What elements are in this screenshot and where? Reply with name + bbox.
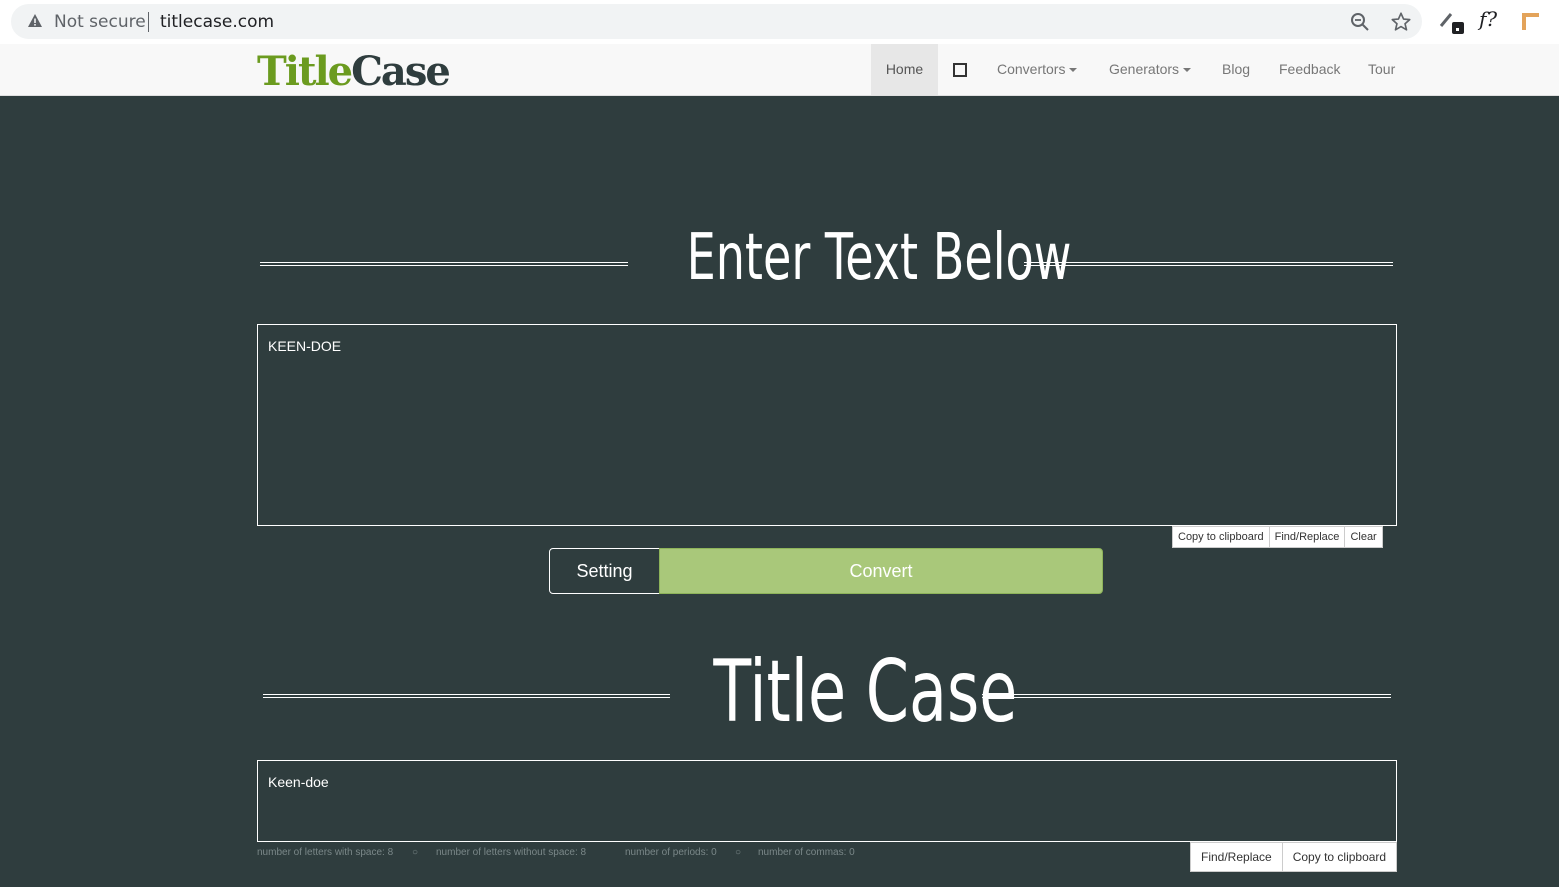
nav-tour[interactable]: Tour bbox=[1368, 44, 1395, 95]
zoom-icon[interactable] bbox=[1350, 12, 1370, 32]
heading-rule-left bbox=[263, 694, 670, 698]
eyedropper-extension-icon[interactable] bbox=[1437, 8, 1465, 36]
output-textarea[interactable]: Keen-doe bbox=[257, 760, 1397, 842]
caret-down-icon bbox=[1069, 68, 1078, 73]
output-text: Keen-doe bbox=[268, 774, 329, 790]
input-button-group: Copy to clipboard Find/Replace Clear bbox=[1172, 526, 1383, 548]
clear-button[interactable]: Clear bbox=[1345, 526, 1383, 548]
nav-generators-label: Generators bbox=[1109, 61, 1180, 77]
url-text[interactable]: titlecase.com bbox=[160, 12, 274, 32]
site-logo[interactable]: TitleCase bbox=[257, 48, 451, 95]
nav-generators[interactable]: Generators bbox=[1109, 44, 1192, 95]
caret-down-icon bbox=[1183, 68, 1192, 73]
input-text: KEEN-DOE bbox=[268, 338, 342, 354]
heading-rule-right bbox=[982, 694, 1391, 698]
nav-convertors[interactable]: Convertors bbox=[997, 44, 1078, 95]
stat-separator: ○ bbox=[735, 847, 742, 858]
warning-icon[interactable] bbox=[27, 13, 43, 29]
output-heading: Title Case bbox=[713, 642, 1018, 742]
convert-button[interactable]: Convert bbox=[659, 548, 1103, 594]
stat-separator: ○ bbox=[412, 847, 419, 858]
stat-letters-without-space: number of letters without space: 8 bbox=[436, 847, 587, 858]
input-heading: Enter Text Below bbox=[686, 221, 1072, 295]
nav-home[interactable]: Home bbox=[871, 44, 938, 95]
input-textarea[interactable]: KEEN-DOE bbox=[257, 324, 1397, 526]
logo-part-title: Title bbox=[257, 48, 353, 95]
stat-letters-with-space: number of letters with space: 8 bbox=[257, 847, 394, 858]
ruler-extension-icon[interactable] bbox=[1519, 10, 1541, 32]
nav-blog[interactable]: Blog bbox=[1222, 44, 1250, 95]
find-replace-button[interactable]: Find/Replace bbox=[1190, 842, 1283, 872]
nav-convertors-label: Convertors bbox=[997, 61, 1066, 77]
output-button-group: Find/Replace Copy to clipboard bbox=[1190, 842, 1398, 872]
security-label[interactable]: Not secure bbox=[54, 12, 146, 32]
heading-rule-right bbox=[1024, 262, 1393, 266]
copy-to-clipboard-button[interactable]: Copy to clipboard bbox=[1282, 842, 1398, 872]
font-extension-icon[interactable]: f? bbox=[1479, 7, 1497, 31]
address-bar[interactable]: Not secure titlecase.com bbox=[11, 4, 1422, 39]
bookmark-star-icon[interactable] bbox=[1390, 11, 1412, 33]
setting-button[interactable]: Setting bbox=[549, 548, 660, 594]
stat-commas: number of commas: 0 bbox=[758, 847, 855, 858]
nav-feedback[interactable]: Feedback bbox=[1279, 44, 1340, 95]
site-navbar: TitleCase Home Convertors Generators Blo… bbox=[0, 44, 1559, 96]
stat-periods: number of periods: 0 bbox=[625, 847, 717, 858]
heading-rule-left bbox=[260, 262, 628, 266]
browser-toolbar: Not secure titlecase.com f? bbox=[0, 0, 1559, 44]
find-replace-button[interactable]: Find/Replace bbox=[1269, 526, 1346, 548]
checkbox-icon[interactable] bbox=[953, 63, 967, 77]
omnibox-divider bbox=[148, 12, 149, 32]
logo-part-case: Case bbox=[351, 48, 451, 95]
copy-to-clipboard-button[interactable]: Copy to clipboard bbox=[1172, 526, 1270, 548]
